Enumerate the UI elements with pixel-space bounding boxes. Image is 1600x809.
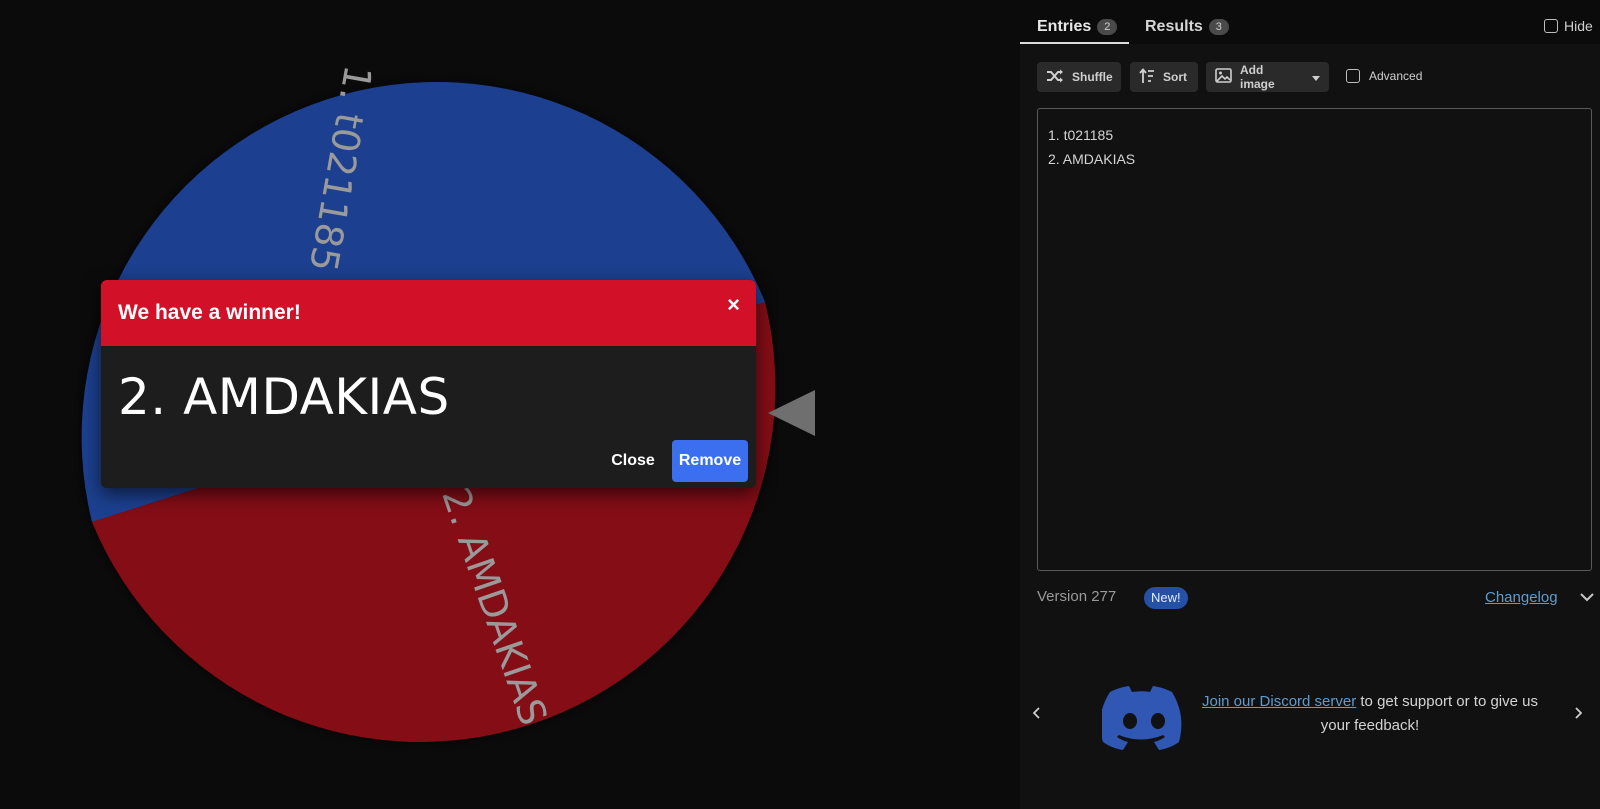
- advanced-label: Advanced: [1369, 69, 1423, 83]
- discord-message: Join our Discord server to get support o…: [1200, 690, 1540, 738]
- tab-results[interactable]: Results 3: [1145, 18, 1229, 36]
- dialog-title: We have a winner!: [118, 301, 301, 324]
- entry-line: 1. t021185: [1048, 127, 1114, 143]
- shuffle-icon: [1046, 69, 1064, 86]
- hide-label: Hide: [1564, 18, 1593, 34]
- close-button[interactable]: Close: [593, 440, 673, 482]
- entries-textarea[interactable]: 1. t021185 2. AMDAKIAS: [1037, 108, 1592, 571]
- new-badge: New!: [1144, 587, 1188, 609]
- shuffle-label: Shuffle: [1072, 70, 1113, 84]
- dialog-header: We have a winner! ×: [101, 280, 756, 346]
- entry-line: 2. AMDAKIAS: [1048, 151, 1136, 167]
- hide-checkbox[interactable]: [1544, 19, 1558, 33]
- tab-entries[interactable]: Entries 2: [1037, 18, 1118, 36]
- tab-entries-label: Entries: [1037, 18, 1092, 35]
- shuffle-button[interactable]: Shuffle: [1037, 62, 1121, 92]
- entries-panel: Entries 2 Results 3 Hide Shuffle Sort Ad…: [1020, 0, 1600, 809]
- caret-down-icon: [1312, 70, 1320, 84]
- advanced-toggle[interactable]: Advanced: [1346, 69, 1422, 83]
- chevron-right-icon[interactable]: [1574, 706, 1583, 724]
- remove-button[interactable]: Remove: [672, 440, 748, 482]
- add-image-label: Add image: [1240, 63, 1275, 91]
- image-icon: [1215, 68, 1232, 86]
- tab-bar: Entries 2 Results 3 Hide: [1020, 0, 1600, 44]
- active-tab-indicator: [1020, 42, 1129, 44]
- add-image-button[interactable]: Add image: [1206, 62, 1329, 92]
- discord-logo-icon: [1100, 686, 1186, 755]
- tab-results-label: Results: [1145, 18, 1203, 35]
- winner-dialog: We have a winner! × 2. AMDAKIAS Close Re…: [101, 280, 756, 488]
- entries-count-badge: 2: [1097, 19, 1118, 35]
- winner-name: 2. AMDAKIAS: [118, 368, 450, 426]
- results-count-badge: 3: [1208, 19, 1229, 35]
- advanced-checkbox[interactable]: [1346, 69, 1360, 83]
- chevron-down-icon[interactable]: [1580, 589, 1594, 607]
- chevron-left-icon[interactable]: [1032, 706, 1041, 724]
- version-text: Version 277: [1037, 588, 1117, 605]
- hide-toggle[interactable]: Hide: [1544, 18, 1593, 34]
- discord-link[interactable]: Join our Discord server: [1202, 693, 1356, 710]
- sort-label: Sort: [1163, 70, 1187, 84]
- changelog-link[interactable]: Changelog: [1485, 589, 1558, 606]
- sort-icon: [1139, 67, 1155, 87]
- close-icon[interactable]: ×: [727, 294, 740, 316]
- sort-button[interactable]: Sort: [1130, 62, 1198, 92]
